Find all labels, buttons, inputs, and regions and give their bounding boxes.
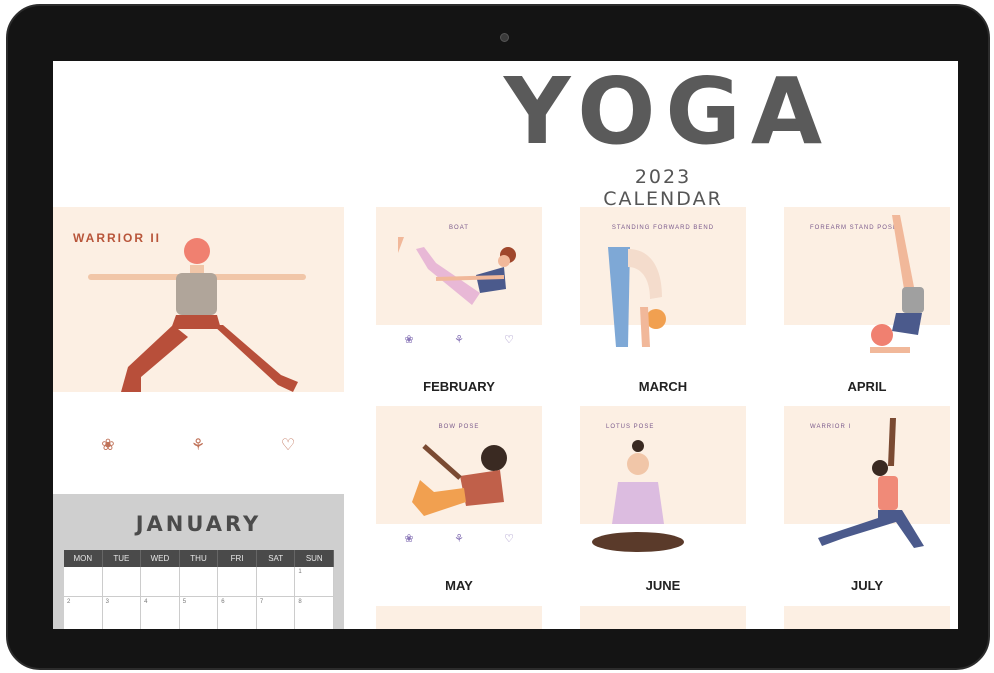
day-cell bbox=[141, 567, 180, 597]
weekday-label: TUE bbox=[103, 550, 142, 567]
meditation-icon: ⚘ bbox=[454, 533, 464, 545]
day-number: 6 bbox=[221, 599, 225, 605]
forward-bend-illustration bbox=[608, 247, 666, 347]
card-art: LOTUS POSE bbox=[580, 406, 746, 552]
weekday-header: MON TUE WED THU FRI SAT SUN bbox=[64, 550, 335, 567]
card-month-label: JULY bbox=[850, 578, 884, 593]
forearm-stand-illustration bbox=[870, 215, 924, 353]
day-cell bbox=[256, 567, 296, 597]
cover-page: WARRIOR II ❀ ⚘ ♡ bbox=[53, 207, 344, 497]
month-card-july[interactable]: WARRIOR I JULY bbox=[784, 406, 950, 596]
card-month-label: FEBRUARY bbox=[423, 379, 495, 394]
tablet-frame: YOGA 2023 CALENDAR WARRIOR II ❀ ⚘ ♡ JANU… bbox=[6, 4, 990, 670]
boat-pose-illustration bbox=[398, 237, 516, 305]
month-card-june[interactable]: LOTUS POSE JUNE bbox=[580, 406, 746, 596]
lotus-icon: ❀ bbox=[404, 533, 414, 545]
day-cell: 5 bbox=[180, 597, 219, 629]
weekday-label: FRI bbox=[218, 550, 257, 567]
card-month-label: APRIL bbox=[847, 379, 887, 394]
screen: YOGA 2023 CALENDAR WARRIOR II ❀ ⚘ ♡ JANU… bbox=[53, 61, 958, 629]
page-subtitle: 2023 CALENDAR bbox=[603, 166, 723, 210]
heart-icon: ♡ bbox=[504, 334, 514, 346]
cover-icon-row: ❀ ⚘ ♡ bbox=[53, 435, 344, 495]
weekday-label: THU bbox=[180, 550, 219, 567]
day-cell: 8 bbox=[295, 597, 334, 629]
meditation-icon: ⚘ bbox=[190, 437, 206, 454]
day-cells: 1 2 3 4 5 6 7 8 bbox=[64, 567, 334, 629]
day-number: 5 bbox=[182, 599, 187, 605]
january-title: JANUARY bbox=[135, 512, 262, 536]
day-cell: 2 bbox=[64, 597, 103, 629]
day-number: 7 bbox=[259, 599, 264, 605]
day-cell bbox=[218, 567, 257, 597]
january-grid: MON TUE WED THU FRI SAT SUN 1 2 3 4 5 6 … bbox=[64, 550, 335, 629]
page-title: YOGA bbox=[503, 61, 833, 165]
meditation-icon: ⚘ bbox=[454, 334, 464, 346]
day-cell: 6 bbox=[218, 597, 257, 629]
day-number: 1 bbox=[298, 569, 302, 575]
card-icon-row: ❀ ⚘ ♡ bbox=[376, 333, 542, 353]
card-art: FOREARM STAND POSE bbox=[784, 207, 950, 353]
card-art: STANDING FORWARD BEND bbox=[580, 207, 746, 347]
day-cell bbox=[179, 567, 219, 597]
card-icon-row: ❀ ⚘ ♡ bbox=[376, 532, 542, 552]
cover-art: WARRIOR II bbox=[53, 207, 344, 392]
day-cell: 3 bbox=[103, 597, 142, 629]
weekday-label: SUN bbox=[295, 550, 335, 567]
heart-icon: ♡ bbox=[504, 533, 514, 545]
bow-pose-illustration bbox=[412, 444, 507, 516]
day-number: 3 bbox=[105, 599, 109, 605]
day-cell: 7 bbox=[257, 597, 296, 629]
day-number: 8 bbox=[298, 599, 302, 605]
day-number: 4 bbox=[144, 599, 148, 605]
card-month-label: MAY bbox=[445, 578, 473, 593]
day-cell bbox=[64, 567, 103, 597]
card-month-label: MARCH bbox=[638, 379, 688, 394]
card-art: BOW POSE bbox=[376, 406, 542, 524]
next-row-card bbox=[580, 606, 746, 629]
month-card-march[interactable]: STANDING FORWARD BEND MARCH bbox=[580, 207, 746, 397]
month-card-april[interactable]: FOREARM STAND POSE APRIL bbox=[784, 207, 950, 397]
camera-icon bbox=[500, 33, 509, 42]
weekday-label: WED bbox=[141, 550, 180, 567]
day-cell bbox=[102, 567, 142, 597]
lotus-icon: ❀ bbox=[404, 334, 414, 346]
day-cell: 4 bbox=[141, 597, 180, 629]
card-art: BOAT bbox=[376, 207, 542, 325]
card-art: WARRIOR I bbox=[784, 406, 950, 548]
warrior-i-illustration bbox=[818, 418, 924, 548]
next-row-card bbox=[376, 606, 542, 629]
lotus-icon: ❀ bbox=[101, 437, 115, 454]
next-row-card bbox=[784, 606, 950, 629]
heart-icon: ♡ bbox=[280, 437, 296, 454]
weekday-label: MON bbox=[64, 550, 103, 567]
month-card-may[interactable]: BOW POSE ❀ ⚘ ♡ MAY bbox=[376, 406, 542, 596]
weekday-label: SAT bbox=[257, 550, 296, 567]
lotus-pose-illustration bbox=[592, 440, 684, 552]
month-card-february[interactable]: BOAT ❀ ⚘ ♡ FEBRUARY bbox=[376, 207, 542, 397]
day-number: 2 bbox=[67, 599, 71, 605]
day-cell: 1 bbox=[295, 567, 334, 597]
warrior-ii-illustration bbox=[88, 238, 306, 392]
card-month-label: JUNE bbox=[645, 578, 681, 593]
january-calendar: JANUARY MON TUE WED THU FRI SAT SUN 1 2 … bbox=[53, 494, 344, 629]
